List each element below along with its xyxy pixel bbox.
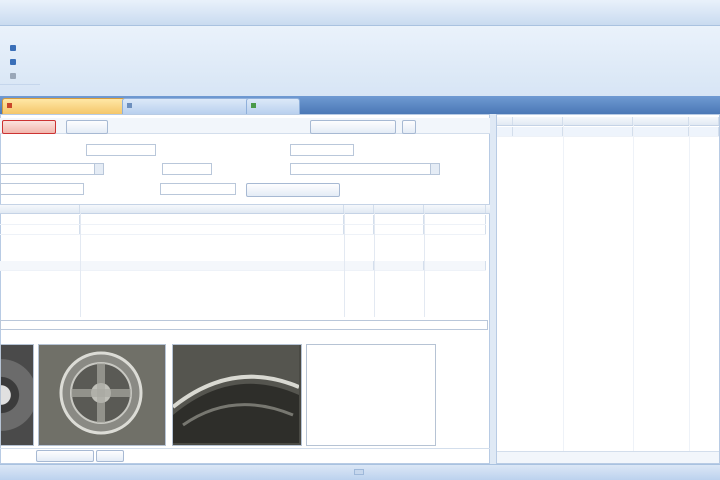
items-grid-header	[0, 205, 490, 214]
column-header[interactable]	[689, 117, 719, 125]
grid-divider	[424, 213, 425, 317]
bottom-tab[interactable]	[96, 450, 124, 462]
delete-icon	[10, 72, 16, 79]
column-header[interactable]	[424, 205, 486, 213]
note-field[interactable]	[0, 320, 488, 330]
grid-divider	[344, 213, 345, 317]
status-field[interactable]	[290, 144, 354, 156]
phone-field[interactable]	[160, 183, 236, 195]
tire-image	[171, 345, 300, 443]
items-grid	[0, 204, 490, 317]
column-header[interactable]	[497, 117, 513, 125]
ribbon-edit-button[interactable]	[10, 57, 18, 67]
grid-divider	[374, 213, 375, 317]
print-button[interactable]	[66, 120, 108, 134]
document-icon	[127, 103, 132, 109]
date-field[interactable]	[86, 144, 156, 156]
table-row[interactable]	[497, 127, 719, 137]
address-field[interactable]	[0, 183, 84, 195]
model-field[interactable]	[162, 163, 212, 175]
history-footer	[497, 451, 719, 463]
ribbon-delete-button[interactable]	[10, 71, 18, 81]
close-icon[interactable]	[7, 103, 12, 109]
column-header[interactable]	[0, 205, 80, 213]
column-header[interactable]	[80, 205, 344, 213]
column-header[interactable]	[633, 117, 689, 125]
status-bar	[0, 464, 720, 480]
column-header[interactable]	[513, 117, 563, 125]
ribbon-add-button[interactable]	[10, 43, 18, 53]
history-list-panel	[496, 114, 720, 464]
photo-thumbnail[interactable]	[0, 344, 34, 446]
photo-empty-slot[interactable]	[306, 344, 436, 446]
photo-thumbnail[interactable]	[38, 344, 166, 446]
source-select[interactable]	[290, 163, 440, 175]
client-field[interactable]	[0, 163, 104, 175]
grid-divider	[563, 125, 564, 455]
wheel-image	[39, 345, 163, 443]
edit-icon	[10, 58, 16, 65]
grid-divider	[80, 213, 81, 317]
ribbon	[0, 26, 720, 96]
tab-second[interactable]	[122, 98, 254, 115]
table-row[interactable]	[0, 225, 486, 235]
form-toolbar	[0, 118, 490, 134]
add-icon	[10, 44, 16, 51]
bottom-tab[interactable]	[36, 450, 94, 462]
column-header[interactable]	[344, 205, 374, 213]
totals-row	[0, 261, 486, 271]
close-form-button[interactable]	[402, 120, 416, 134]
form-bottom-tabs	[0, 448, 490, 462]
window-title-bar	[0, 0, 720, 26]
history-grid-header	[497, 117, 719, 126]
ellipsis-icon[interactable]	[94, 164, 103, 174]
chevron-down-icon[interactable]	[430, 164, 439, 174]
column-header[interactable]	[374, 205, 424, 213]
tab-third[interactable]	[246, 98, 300, 115]
document-tab-strip	[0, 96, 720, 115]
column-header[interactable]	[563, 117, 633, 125]
history-button[interactable]	[310, 120, 396, 134]
save-button[interactable]	[2, 120, 56, 134]
ribbon-group-label	[0, 84, 40, 94]
call-button[interactable]	[246, 183, 340, 197]
tab-order[interactable]	[2, 98, 130, 115]
grid-divider	[633, 125, 634, 455]
table-row[interactable]	[0, 215, 486, 225]
photo-thumbnail[interactable]	[171, 344, 302, 446]
resize-grip-icon[interactable]	[354, 469, 364, 475]
grid-divider	[689, 125, 690, 455]
document-icon	[251, 103, 256, 109]
